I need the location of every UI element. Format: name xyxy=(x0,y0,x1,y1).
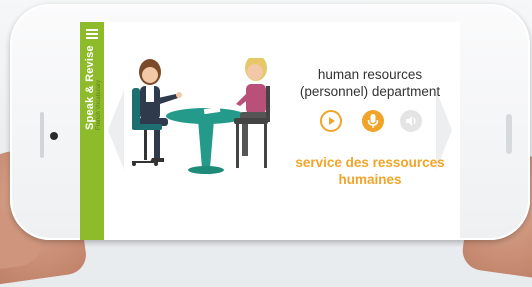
audio-controls xyxy=(320,110,422,134)
playback-button[interactable] xyxy=(400,110,422,132)
app-sidebar: Speak & Revise French Vocabulary xyxy=(80,22,104,240)
play-icon xyxy=(329,117,335,125)
app-screen: Speak & Revise French Vocabulary human r… xyxy=(80,22,460,240)
phone-speaker-slot xyxy=(40,112,44,158)
record-button[interactable] xyxy=(362,110,384,132)
meeting-illustration xyxy=(132,58,270,174)
microphone-icon xyxy=(367,114,379,128)
brand-title: Speak & Revise xyxy=(84,45,96,130)
play-button[interactable] xyxy=(320,110,342,132)
phone-home-indicator xyxy=(506,114,512,154)
chevron-left-icon[interactable] xyxy=(108,90,124,170)
french-term: service des ressources humaines xyxy=(295,155,445,187)
brand-subtitle: French Vocabulary xyxy=(96,79,102,130)
phone-camera xyxy=(50,132,58,140)
english-term: human resources (personnel) department xyxy=(299,67,441,99)
brand: Speak & Revise French Vocabulary xyxy=(82,22,102,130)
speaker-icon xyxy=(406,116,416,126)
